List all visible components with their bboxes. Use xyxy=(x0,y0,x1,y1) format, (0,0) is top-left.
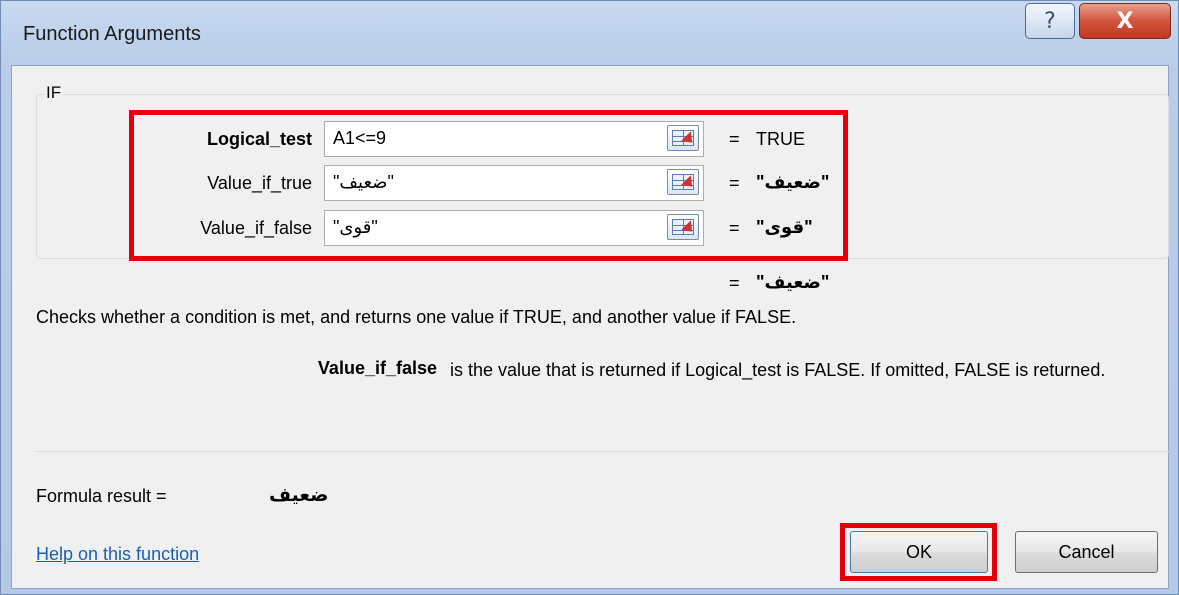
overall-result: "ضعيف" xyxy=(756,272,830,292)
close-button[interactable]: X xyxy=(1079,3,1171,39)
question-mark-icon: ? xyxy=(1044,8,1056,34)
function-arguments-dialog: Function Arguments ? X IF Logical_test A… xyxy=(0,0,1179,595)
title-bar[interactable]: Function Arguments ? X xyxy=(1,1,1178,65)
formula-result-label: Formula result = xyxy=(36,486,167,506)
formula-result-value: ضعيف xyxy=(269,485,329,506)
arguments-highlight-box xyxy=(129,110,848,261)
cancel-button[interactable]: Cancel xyxy=(1015,531,1158,573)
param-description: is the value that is returned if Logical… xyxy=(450,360,1106,380)
function-name: IF xyxy=(44,83,64,103)
param-name: Value_if_false xyxy=(317,358,437,378)
help-button[interactable]: ? xyxy=(1025,3,1075,39)
divider xyxy=(36,451,1169,452)
dialog-body: IF Logical_test A1<=9 = TRUE Value_if_tr… xyxy=(11,65,1169,589)
overall-equals: = xyxy=(729,273,740,293)
close-icon: X xyxy=(1116,8,1134,34)
help-on-function-link[interactable]: Help on this function xyxy=(36,544,199,565)
dialog-title: Function Arguments xyxy=(23,23,201,45)
ok-highlight-box xyxy=(840,523,997,581)
function-description: Checks whether a condition is met, and r… xyxy=(36,307,797,327)
